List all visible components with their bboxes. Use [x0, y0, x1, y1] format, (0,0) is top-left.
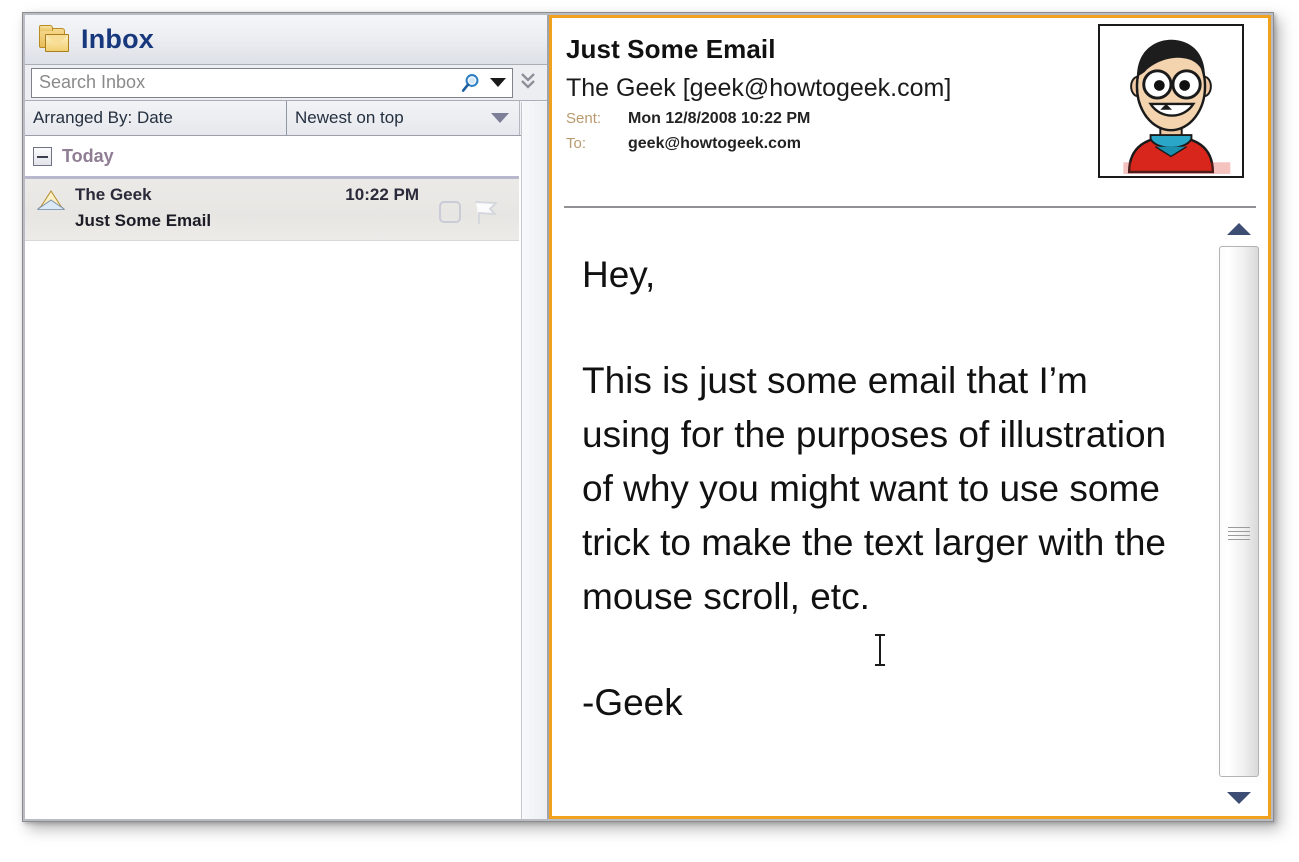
- chevron-down-icon[interactable]: [491, 113, 509, 123]
- search-input[interactable]: [39, 72, 460, 93]
- list-item[interactable]: The Geek 10:22 PM Just Some Email: [25, 179, 519, 241]
- arrange-bar: Arranged By: Date Newest on top: [25, 101, 547, 136]
- collapse-minus-icon[interactable]: [33, 147, 52, 166]
- scroll-down-button[interactable]: [1216, 783, 1262, 813]
- chevron-down-icon[interactable]: [490, 78, 506, 87]
- list-item-sender: The Geek: [75, 185, 152, 204]
- body-paragraph: This is just some email that I’m using f…: [582, 360, 1167, 617]
- chevron-up-icon: [1227, 223, 1251, 235]
- search-box[interactable]: [31, 67, 513, 98]
- message-body[interactable]: Hey, This is just some email that I’m us…: [552, 214, 1210, 816]
- body-paragraph: -Geek: [582, 682, 683, 723]
- sent-label: Sent:: [566, 110, 602, 127]
- body-paragraph: Hey,: [582, 254, 656, 295]
- category-square-icon[interactable]: [439, 201, 461, 223]
- list-item-time: 10:22 PM: [345, 185, 419, 204]
- search-icon[interactable]: [460, 72, 482, 94]
- scrollbar-thumb[interactable]: [1219, 246, 1259, 777]
- flag-icon[interactable]: [471, 197, 501, 227]
- scroll-up-button[interactable]: [1216, 214, 1262, 244]
- sort-order-label: Newest on top: [295, 108, 404, 127]
- to-label: To:: [566, 135, 587, 152]
- scrollbar-grip-icon: [1228, 526, 1250, 540]
- inbox-titlebar: Inbox: [25, 15, 547, 65]
- to-value: geek@howtogeek.com: [628, 135, 801, 152]
- list-item-subject: Just Some Email: [75, 211, 212, 230]
- double-chevron-down-icon[interactable]: [513, 69, 543, 96]
- page-title: Inbox: [81, 24, 154, 54]
- outlook-window: Inbox Search Inbox Arranged By: Date New…: [22, 12, 1274, 822]
- folder-mail-icon: [37, 24, 71, 55]
- reading-pane-scrollbar[interactable]: [1213, 214, 1265, 813]
- message-list-pane: Inbox Search Inbox Arranged By: Date New…: [25, 15, 549, 819]
- scrollbar-track[interactable]: [1216, 244, 1262, 783]
- message-list: Today The Geek 10:22 PM Just Some Email: [25, 137, 519, 819]
- arranged-by-button[interactable]: Arranged By: Date: [25, 101, 287, 135]
- message-list-scrollbar[interactable]: [521, 102, 547, 819]
- group-header-today[interactable]: Today: [25, 137, 519, 179]
- window-inner-frame: Inbox Search Inbox Arranged By: Date New…: [23, 13, 1273, 821]
- header-divider: [564, 206, 1256, 208]
- opened-envelope-icon: [36, 189, 66, 211]
- reading-pane: Just Some Email The Geek [geek@howtogeek…: [549, 15, 1271, 819]
- group-header-label: Today: [62, 146, 114, 166]
- avatar: [1098, 24, 1244, 178]
- sent-value: Mon 12/8/2008 10:22 PM: [628, 110, 811, 127]
- sort-order-button[interactable]: Newest on top: [287, 101, 519, 135]
- message-header: Just Some Email The Geek [geek@howtogeek…: [552, 18, 1268, 208]
- search-row: [25, 65, 547, 101]
- chevron-down-icon: [1227, 792, 1251, 804]
- arranged-by-label: Arranged By: Date: [33, 108, 173, 127]
